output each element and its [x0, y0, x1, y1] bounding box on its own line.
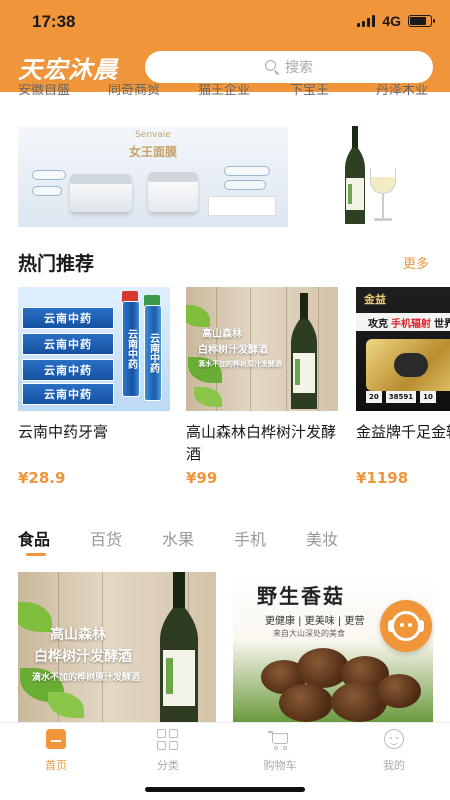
banner-title: 女王面膜	[128, 145, 177, 159]
product-name[interactable]: 金益牌千足金辐射产品	[356, 421, 450, 443]
tab-fruit[interactable]: 水果	[162, 526, 194, 550]
wine-glass-image	[370, 168, 396, 226]
cart-icon	[268, 729, 292, 751]
tabbar-category[interactable]: 分类	[138, 729, 198, 773]
tab-beauty[interactable]: 美妆	[306, 526, 338, 550]
promo-banner[interactable]: Senvaie 女王面膜	[18, 126, 288, 227]
search-icon	[265, 60, 279, 74]
section-title-hot: 热门推荐	[18, 253, 95, 275]
product-name[interactable]: 高山森林白桦树汁发酵酒	[186, 421, 346, 465]
grid-icon	[156, 729, 180, 751]
category-row: 安徽自盛 同奇商贸 猫王企业 下宝王 丹泽木业	[0, 84, 450, 100]
status-time: 17:38	[32, 12, 76, 31]
home-icon	[44, 729, 68, 751]
product-image-gold[interactable]: 金益 攻克 手机辐射 世界难题 203859110	[356, 287, 450, 411]
product-price: ¥99	[186, 469, 218, 487]
feed-card-wine[interactable]: 高山森林 白桦树汁发酵酒 滴水不加的桦树原汁发酵酒	[18, 572, 216, 722]
product-box-image	[208, 196, 276, 216]
battery-icon	[408, 15, 435, 27]
cream-jar-image	[148, 172, 198, 212]
wine-bottle-image[interactable]	[340, 126, 370, 226]
product-price: ¥28.9	[18, 469, 66, 487]
tab-phones[interactable]: 手机	[234, 526, 266, 550]
app-logo: 天宏沐晨	[18, 56, 118, 84]
tabbar-profile[interactable]: 我的	[364, 729, 424, 773]
banner-brand: Senvaie	[135, 130, 171, 140]
headset-icon	[391, 611, 421, 641]
product-name[interactable]: 云南中药牙膏	[18, 421, 178, 443]
search-placeholder: 搜索	[285, 60, 313, 76]
product-image-wine[interactable]: 高山森林 白桦树汁发酵酒 滴水不加的桦树原汁发酵酒	[186, 287, 338, 411]
tabbar-cart[interactable]: 购物车	[250, 729, 310, 773]
product-price: ¥1198	[356, 469, 409, 487]
more-link[interactable]: 更多	[403, 253, 429, 272]
tabbar-home[interactable]: 首页	[26, 729, 86, 773]
status-bar: 17:38 4G	[0, 0, 450, 44]
product-image-toothpaste[interactable]: 云南中药 云南中药 云南中药 云南中药 云南中药 云南中药	[18, 287, 170, 411]
category-item[interactable]: 安徽自盛	[18, 84, 70, 98]
status-icons: 4G	[357, 13, 435, 29]
category-item[interactable]: 下宝王	[290, 84, 329, 98]
profile-icon	[382, 729, 406, 751]
category-item[interactable]: 丹泽木业	[376, 84, 428, 98]
category-item[interactable]: 猫王企业	[198, 84, 250, 98]
search-bar[interactable]: 搜索	[145, 51, 433, 83]
app-header: 17:38 4G 天宏沐晨 搜索	[0, 0, 450, 92]
category-item[interactable]: 同奇商贸	[108, 84, 160, 98]
home-indicator	[145, 787, 305, 792]
tab-indicator	[26, 553, 46, 556]
cream-jar-image	[70, 174, 132, 212]
customer-service-button[interactable]	[380, 600, 432, 652]
network-type: 4G	[382, 13, 401, 29]
signal-icon	[357, 15, 376, 27]
tab-general-goods[interactable]: 百货	[90, 526, 122, 550]
tab-food[interactable]: 食品	[18, 526, 50, 550]
